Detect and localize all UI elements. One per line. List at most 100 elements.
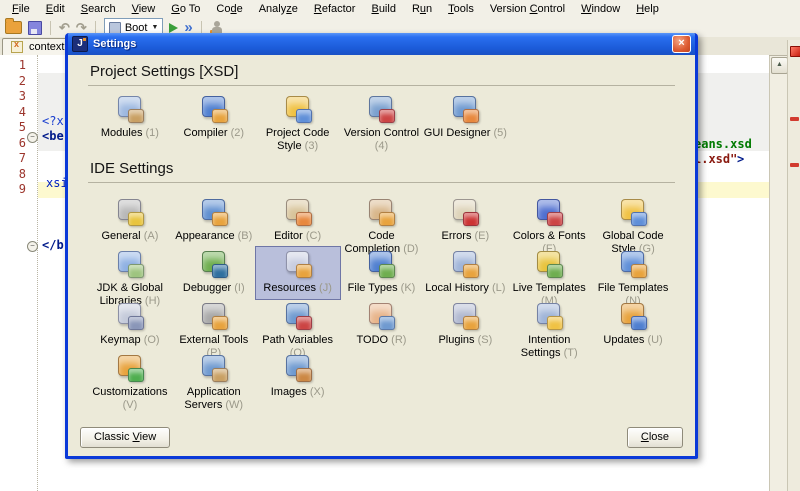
line-number: 8 [0, 167, 26, 183]
settings-item[interactable]: Global Code Style (G) [591, 195, 675, 247]
menu-item[interactable]: Help [628, 1, 667, 17]
live-templates-icon [534, 249, 564, 279]
compiler-icon [199, 94, 229, 124]
jdk-global-libraries-icon [115, 249, 145, 279]
resources-icon [283, 249, 313, 279]
appearance-icon [199, 197, 229, 227]
section-heading-ide: IDE Settings [90, 160, 675, 179]
xml-file-icon [11, 41, 23, 53]
settings-item[interactable]: Editor (C) [256, 195, 340, 247]
settings-item[interactable]: Updates (U) [591, 299, 675, 351]
settings-item[interactable]: Compiler (2) [172, 92, 256, 148]
settings-item[interactable]: Local History (L) [423, 247, 507, 299]
gutter-divider [37, 55, 39, 491]
classic-view-button[interactable]: Classic View [80, 427, 170, 448]
settings-item[interactable]: Plugins (S) [423, 299, 507, 351]
settings-item[interactable]: Resources (J) [256, 247, 340, 299]
code-fragment: <be [42, 130, 64, 143]
menu-item[interactable]: View [124, 1, 164, 17]
settings-item[interactable]: Path Variables (Q) [256, 299, 340, 351]
settings-item[interactable]: Colors & Fonts (F) [507, 195, 591, 247]
settings-item[interactable]: GUI Designer (5) [423, 92, 507, 148]
global-code-style-icon [618, 197, 648, 227]
application-servers-icon [199, 353, 229, 383]
project-settings-grid: Modules (1) Compiler (2) Project Code St… [88, 92, 675, 148]
intention-settings-icon [534, 301, 564, 331]
settings-item[interactable]: Customizations (V) [88, 351, 172, 403]
code-fragment: > [737, 153, 744, 166]
settings-item[interactable]: Images (X) [256, 351, 340, 403]
ide-window: File Edit Search View Go To Code Analyze… [0, 0, 800, 491]
settings-item[interactable]: File Templates (N) [591, 247, 675, 299]
settings-item[interactable]: Modules (1) [88, 92, 172, 148]
settings-item[interactable]: Debugger (I) [172, 247, 256, 299]
save-icon[interactable] [28, 21, 42, 35]
fold-marker[interactable]: − [27, 241, 38, 252]
plugins-icon [450, 301, 480, 331]
code-fragment: </b [42, 239, 64, 252]
menu-item[interactable]: Refactor [306, 1, 364, 17]
customizations-icon [115, 353, 145, 383]
menu-item[interactable]: Go To [163, 1, 208, 17]
line-number: 6 [0, 136, 26, 152]
close-button[interactable]: Close [627, 427, 683, 448]
intellij-logo-icon: J [72, 36, 88, 52]
settings-item[interactable]: Code Completion (D) [340, 195, 424, 247]
error-indicator-icon[interactable] [790, 46, 800, 57]
menu-item[interactable]: Run [404, 1, 440, 17]
line-number: 7 [0, 151, 26, 167]
line-number: 9 [0, 182, 26, 198]
line-number: 1 [0, 58, 26, 74]
settings-item[interactable]: Keymap (O) [88, 299, 172, 351]
code-completion-icon [366, 197, 396, 227]
settings-item[interactable]: Project Code Style (3) [256, 92, 340, 148]
debug-icon[interactable]: » [184, 22, 192, 34]
section-heading-project: Project Settings [XSD] [90, 63, 675, 82]
error-mark[interactable] [790, 163, 799, 167]
general-icon [115, 197, 145, 227]
path-variables-icon [283, 301, 313, 331]
settings-item[interactable]: Application Servers (W) [172, 351, 256, 403]
settings-item[interactable]: Appearance (B) [172, 195, 256, 247]
menu-item[interactable]: Window [573, 1, 628, 17]
open-icon[interactable] [5, 21, 22, 34]
menu-item[interactable]: File [4, 1, 38, 17]
error-mark[interactable] [790, 117, 799, 121]
settings-item[interactable]: General (A) [88, 195, 172, 247]
menu-item[interactable]: Version Control [482, 1, 573, 17]
settings-item[interactable]: External Tools (P) [172, 299, 256, 351]
colors-fonts-icon [534, 197, 564, 227]
settings-item[interactable]: Intention Settings (T) [507, 299, 591, 351]
vertical-scrollbar[interactable]: ▲ [769, 56, 788, 491]
settings-item[interactable]: TODO (R) [340, 299, 424, 351]
close-icon[interactable]: × [672, 35, 691, 53]
settings-item[interactable]: Version Control (4) [340, 92, 424, 148]
tab-context[interactable]: context [2, 38, 73, 55]
dialog-content: Project Settings [XSD] Modules (1) Compi… [68, 55, 695, 456]
menu-item[interactable]: Tools [440, 1, 482, 17]
project-code-style-icon [283, 94, 313, 124]
menu-item[interactable]: Build [363, 1, 403, 17]
file-templates-icon [618, 249, 648, 279]
menu-item[interactable]: Code [208, 1, 250, 17]
settings-item[interactable]: Live Templates (M) [507, 247, 591, 299]
menu-item[interactable]: Search [73, 1, 124, 17]
tab-label: context [29, 41, 64, 53]
line-number: 3 [0, 89, 26, 105]
run-icon[interactable] [169, 23, 178, 33]
images-icon [283, 353, 313, 383]
toolbar-separator [50, 21, 51, 35]
settings-item[interactable]: File Types (K) [340, 247, 424, 299]
dialog-title-bar[interactable]: J Settings × [68, 33, 695, 55]
chevron-down-icon: ▼ [151, 24, 158, 31]
menu-item[interactable]: Analyze [251, 1, 306, 17]
menu-item[interactable]: Edit [38, 1, 73, 17]
fold-marker[interactable]: − [27, 132, 38, 143]
code-fragment: l.xsd" [694, 153, 737, 166]
scroll-up-button[interactable]: ▲ [771, 57, 788, 74]
code-fragment: <?x [42, 115, 64, 128]
settings-item[interactable]: Errors (E) [423, 195, 507, 247]
line-number: 5 [0, 120, 26, 136]
errors-icon [450, 197, 480, 227]
settings-item[interactable]: JDK & Global Libraries (H) [88, 247, 172, 299]
